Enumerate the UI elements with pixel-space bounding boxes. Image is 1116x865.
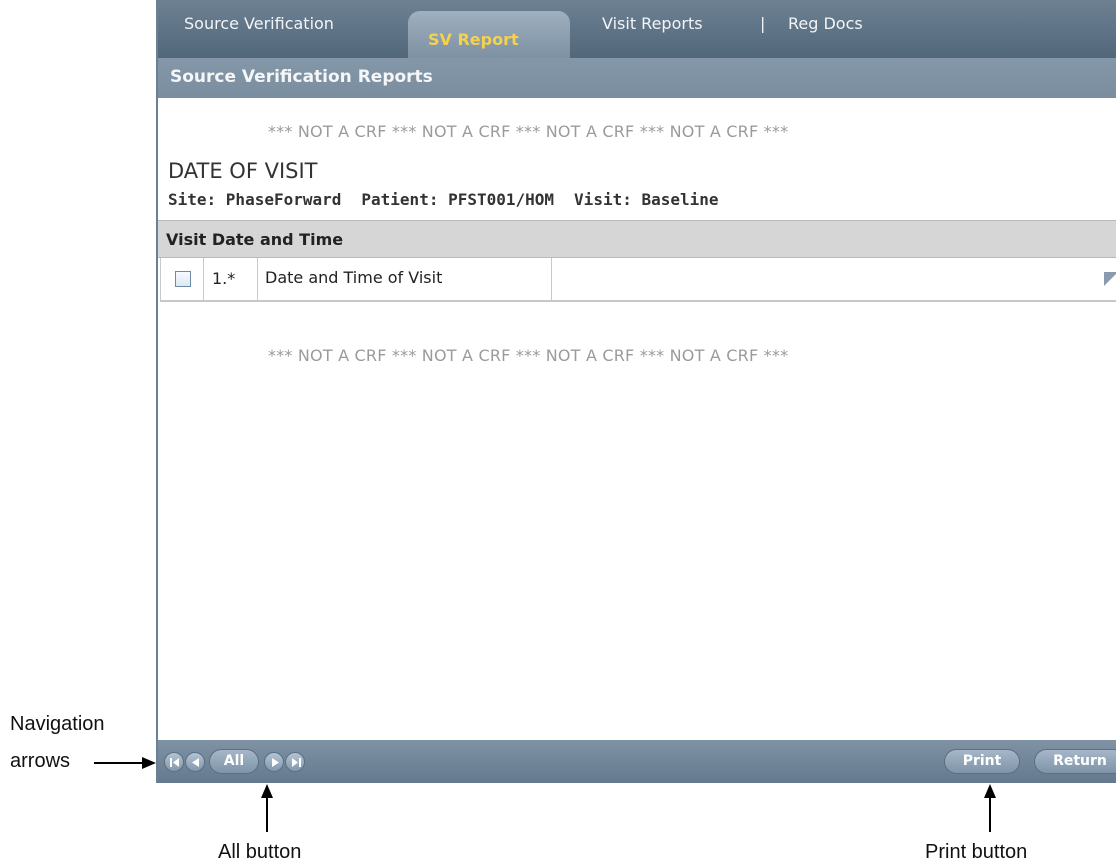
print-button-pointer	[984, 784, 996, 832]
tab-reg-docs[interactable]: Reg Docs	[788, 14, 863, 40]
tab-visit-reports[interactable]: Visit Reports	[602, 14, 703, 40]
not-a-crf-banner-top: *** NOT A CRF *** NOT A CRF *** NOT A CR…	[268, 122, 789, 141]
tab-separator: |	[760, 14, 766, 33]
annotation-print-button: Print button	[925, 841, 1028, 863]
bottom-toolbar: All Print Return	[158, 740, 1116, 783]
question-value-cell	[552, 258, 1116, 300]
subheader-title: Source Verification Reports	[170, 67, 433, 87]
next-page-icon	[272, 758, 279, 767]
navigation-arrows-pointer	[94, 757, 156, 769]
tab-bar: Source Verification SV Report Visit Repo…	[158, 0, 1116, 58]
flag-icon[interactable]	[1104, 272, 1116, 286]
all-button-pointer	[261, 784, 273, 832]
question-number: 1.*	[212, 269, 236, 288]
site-label: Site: PhaseForward	[168, 190, 342, 209]
last-page-button[interactable]	[285, 752, 305, 772]
tab-sv-report-label: SV Report	[428, 30, 519, 49]
form-title: DATE OF VISIT	[168, 159, 318, 183]
tab-source-verification[interactable]: Source Verification	[184, 14, 334, 40]
next-page-button[interactable]	[264, 752, 284, 772]
question-text-cell: Date and Time of Visit	[258, 258, 552, 300]
first-page-icon	[170, 758, 179, 767]
patient-label: Patient: PFST001/HOM	[361, 190, 555, 209]
form-info-line: Site: PhaseForward Patient: PFST001/HOM Vi…	[168, 190, 719, 209]
annotation-all-button: All button	[218, 841, 302, 863]
annotation-navigation-arrows-line2: arrows	[10, 750, 71, 772]
print-button[interactable]: Print	[944, 749, 1020, 774]
sv-checkbox[interactable]	[175, 271, 191, 287]
section-title: Visit Date and Time	[166, 230, 344, 249]
previous-page-button[interactable]	[185, 752, 205, 772]
section-header: Visit Date and Time	[158, 220, 1116, 258]
checkbox-cell	[160, 258, 204, 300]
visit-label: Visit: Baseline	[574, 190, 719, 209]
last-page-icon	[292, 758, 301, 767]
first-page-button[interactable]	[164, 752, 184, 772]
not-a-crf-banner-bottom: *** NOT A CRF *** NOT A CRF *** NOT A CR…	[268, 346, 789, 365]
tab-sv-report[interactable]: SV Report	[408, 11, 570, 58]
question-text: Date and Time of Visit	[265, 268, 443, 287]
question-number-cell: 1.*	[204, 258, 258, 300]
all-button[interactable]: All	[209, 749, 259, 774]
subheader: Source Verification Reports	[158, 58, 1116, 98]
return-button[interactable]: Return	[1034, 749, 1116, 774]
sv-report-window: Source Verification SV Report Visit Repo…	[156, 0, 1116, 783]
question-row: 1.* Date and Time of Visit	[160, 258, 1116, 302]
annotation-navigation-arrows-line1: Navigation	[10, 713, 105, 735]
previous-page-icon	[192, 758, 199, 767]
